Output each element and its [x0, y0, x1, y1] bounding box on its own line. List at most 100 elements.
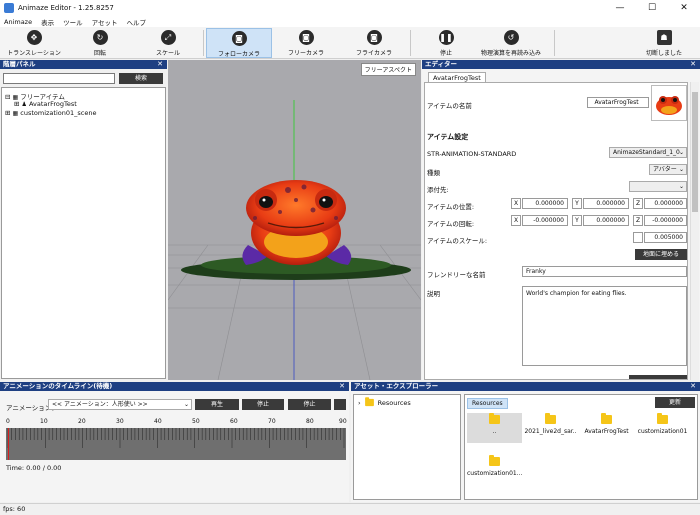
editor-tab[interactable]: AvatarFrogTest	[428, 72, 486, 82]
timeline-animation-select[interactable]: << アニメーション：人形使い >> ⌄	[48, 399, 192, 410]
reload-physics-button[interactable]: ↺ 物理演算を再読み込み	[474, 28, 548, 58]
asset-file-parent[interactable]: ..	[467, 413, 522, 443]
asset-explorer-panel: アセット・エクスプローラー ✕ › Resources Resources 更新…	[351, 382, 700, 502]
type-select[interactable]: アバター ⌄	[649, 164, 687, 175]
close-icon[interactable]: ✕	[690, 60, 696, 69]
play-button[interactable]: 再生	[195, 399, 239, 410]
stop-button[interactable]: ❚❚ 停止	[428, 28, 464, 58]
timeline-ruler-labels: 0 10 20 30 40 50 60 70 80 90	[6, 418, 347, 425]
folder-icon	[657, 413, 668, 424]
move-icon: ✥	[26, 30, 42, 45]
scrollbar-thumb[interactable]	[692, 92, 698, 212]
free-camera-button[interactable]: ◙ フリーカメラ	[282, 28, 330, 58]
friendly-name-field[interactable]: Franky	[522, 266, 687, 277]
chevron-down-icon: ⌄	[678, 149, 684, 156]
asset-tree-resources[interactable]: › Resources	[358, 397, 411, 407]
scale-field[interactable]: 0.005000	[644, 232, 687, 243]
camera-icon: ◙	[366, 30, 382, 45]
rot-y-field[interactable]: 0.000000	[583, 215, 629, 226]
frog-thumbnail-icon	[656, 96, 682, 115]
stop-button-2[interactable]: 停止	[288, 399, 331, 410]
disconnected-icon: ☗	[656, 30, 672, 45]
attach-select[interactable]: ⌄	[629, 181, 687, 192]
menu-help[interactable]: ヘルプ	[126, 17, 146, 27]
folder-icon	[489, 455, 500, 466]
translation-button[interactable]: ✥ トランスレーション	[6, 28, 62, 58]
asset-file-avatarfrogtest[interactable]: AvatarFrogTest	[579, 413, 634, 435]
aspect-badge[interactable]: フリーアスペクト	[360, 63, 416, 76]
editor-header: エディター ✕	[422, 60, 700, 69]
reload-icon: ↺	[503, 30, 519, 45]
scale-label: アイテムのスケール:	[427, 237, 488, 245]
rot-y-axis-label: Y	[572, 215, 582, 226]
scale-button[interactable]: ⤢ スケール	[148, 28, 188, 58]
viewport-scene	[168, 100, 421, 380]
item-name-field[interactable]: AvatarFrogTest	[587, 97, 649, 108]
hierarchy-search-button[interactable]: 検索	[119, 73, 163, 84]
menu-tools[interactable]: ツール	[63, 17, 83, 27]
extra-button[interactable]	[334, 399, 346, 410]
menu-view[interactable]: 表示	[41, 17, 54, 27]
viewport[interactable]: フリーアスペクト	[168, 60, 421, 380]
playhead[interactable]	[8, 428, 9, 460]
close-button[interactable]: ✕	[668, 0, 700, 16]
description-label: 説明	[427, 290, 440, 298]
close-icon[interactable]: ✕	[157, 60, 163, 69]
tree-item-customization-scene[interactable]: ⊞ ▦ customization01_scene	[5, 109, 96, 117]
connection-status-button[interactable]: ☗ 切断しました	[640, 28, 688, 58]
hierarchy-search-input[interactable]	[3, 73, 115, 84]
refresh-button[interactable]: 更新	[655, 397, 695, 408]
frog-right-eye	[319, 196, 333, 208]
close-icon[interactable]: ✕	[339, 382, 345, 391]
scale-axis-label	[633, 232, 643, 243]
asset-explorer-header: アセット・エクスプローラー ✕	[351, 382, 700, 391]
status-bar: fps: 60	[0, 503, 700, 515]
close-icon[interactable]: ✕	[690, 382, 696, 391]
folder-icon	[489, 413, 500, 424]
asset-file-customization01-scene[interactable]: customization01...	[467, 455, 522, 477]
fly-camera-button[interactable]: ◙ フライカメラ	[350, 28, 398, 58]
asset-breadcrumb[interactable]: Resources	[467, 398, 508, 409]
type-label: 種類	[427, 169, 440, 177]
menu-animaze[interactable]: Animaze	[4, 18, 32, 26]
animation-label: STR-ANIMATION-STANDARD	[427, 150, 517, 158]
snap-to-ground-button[interactable]: 地面に埋める	[635, 249, 687, 260]
rotate-icon: ↻	[92, 30, 108, 45]
toolbar-separator	[203, 30, 204, 56]
camera-icon: ◙	[231, 31, 247, 46]
minimize-button[interactable]: —	[604, 0, 636, 16]
pos-y-field[interactable]: 0.000000	[583, 198, 629, 209]
fps-indicator: fps: 60	[3, 505, 26, 513]
maximize-button[interactable]: ☐	[636, 0, 668, 16]
rot-z-axis-label: Z	[633, 215, 643, 226]
asset-file-live2d[interactable]: 2021_live2d_sar..	[523, 413, 578, 435]
timeline-track[interactable]	[6, 428, 346, 460]
avatar-thumbnail	[651, 85, 687, 121]
pos-x-field[interactable]: 0.000000	[522, 198, 568, 209]
settings-heading: アイテム設定	[427, 133, 469, 141]
position-label: アイテムの位置:	[427, 203, 475, 211]
chevron-right-icon: ›	[358, 398, 361, 407]
animation-select[interactable]: AnimazeStandard_1_0 ⌄	[609, 147, 687, 158]
rot-z-field[interactable]: -0.000000	[644, 215, 687, 226]
scale-icon: ⤢	[160, 30, 176, 45]
stop-button-1[interactable]: 停止	[242, 399, 284, 410]
follow-camera-button[interactable]: ◙ フォローカメラ	[206, 28, 272, 58]
app-icon	[4, 3, 14, 13]
editor-scrollbar[interactable]	[690, 82, 699, 380]
toolbar-separator	[410, 30, 411, 56]
hidden-button[interactable]	[629, 375, 687, 379]
folder-icon	[601, 413, 612, 424]
rot-x-field[interactable]: -0.000000	[522, 215, 568, 226]
item-name-label: アイテムの名前	[427, 102, 472, 110]
tree-item-avatarfrogtest[interactable]: ⊞ ♟ AvatarFrogTest	[14, 100, 77, 108]
camera-icon: ◙	[298, 30, 314, 45]
description-field[interactable]: World's champion for eating flies.	[522, 286, 687, 366]
pos-z-field[interactable]: 0.000000	[644, 198, 687, 209]
hierarchy-panel: 階層パネル ✕ 検索 ⊟ ▦ フリーアイテム ⊞ ♟ AvatarFrogTes…	[0, 60, 167, 380]
menu-bar: Animaze 表示 ツール アセット ヘルプ	[0, 16, 700, 27]
menu-assets[interactable]: アセット	[92, 17, 118, 27]
asset-file-customization01[interactable]: customization01	[635, 413, 690, 435]
rotate-button[interactable]: ↻ 回転	[80, 28, 120, 58]
hierarchy-tree: ⊟ ▦ フリーアイテム ⊞ ♟ AvatarFrogTest ⊞ ▦ custo…	[1, 87, 166, 379]
